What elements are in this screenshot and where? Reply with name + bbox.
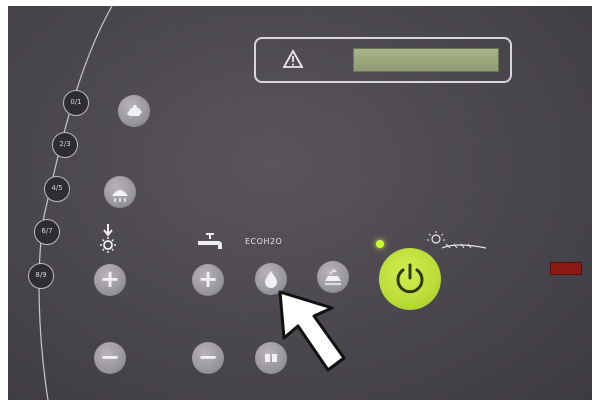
minus-icon: − [197,343,219,371]
program-label: 8/9 [35,271,47,279]
program-label: 4/5 [51,184,63,192]
tap-icon [198,233,222,249]
appliance-control-panel: 0/1 2/3 4/5 6/7 8/9 ECOH2O + + − − [8,6,592,400]
power-icon [396,263,424,294]
water-plus-button[interactable]: + [192,264,224,296]
program-button-0-1[interactable]: 0/1 [63,90,89,116]
shower-icon [112,190,128,202]
program-label: 2/3 [59,140,71,148]
program-button-2-3[interactable]: 2/3 [52,132,78,158]
plus-icon: + [197,265,219,293]
function-button-top[interactable] [118,95,150,127]
temperature-plus-button[interactable]: + [94,264,126,296]
minus-icon: − [99,343,121,371]
warning-triangle-icon [282,49,304,68]
program-label: 6/7 [41,227,53,235]
power-button[interactable] [379,248,441,310]
program-label: 0/1 [70,98,82,106]
arrow-cursor-icon [278,290,346,372]
sun-arrow-down-icon [100,224,116,253]
water-minus-button[interactable]: − [192,342,224,374]
program-button-4-5[interactable]: 4/5 [44,176,70,202]
function-button-middle[interactable] [104,176,136,208]
power-indicator-dot [376,240,384,248]
appliance-icon [127,105,142,116]
indicator-led [550,262,582,275]
lcd-screen [353,48,499,72]
program-button-6-7[interactable]: 6/7 [34,219,60,245]
brand-logo [427,231,487,249]
eco-label: ECOH2O [245,237,283,246]
program-button-8-9[interactable]: 8/9 [28,263,54,289]
plus-icon: + [99,265,121,293]
display-panel [254,37,512,83]
temperature-minus-button[interactable]: − [94,342,126,374]
